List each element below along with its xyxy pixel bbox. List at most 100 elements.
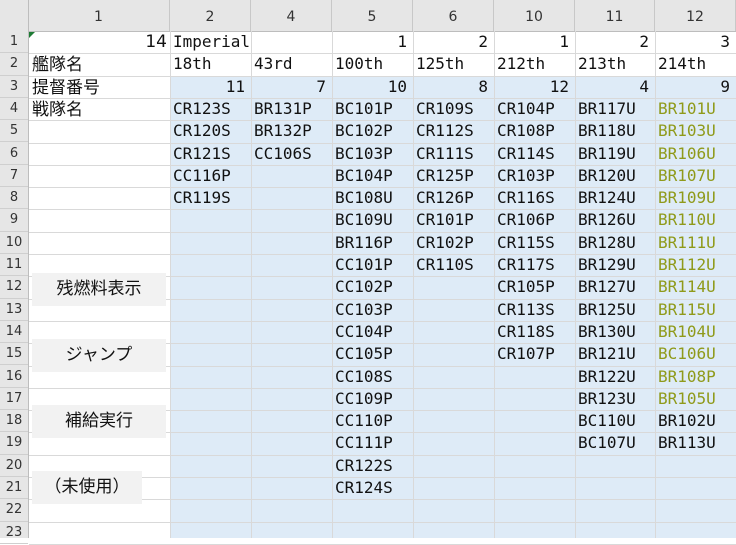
column-header[interactable]: 5 [332, 0, 413, 31]
ship-cell[interactable]: CR126P [416, 187, 474, 209]
fleet-name-cell[interactable]: 214th [658, 53, 706, 75]
fleet-name-cell[interactable]: 212th [497, 53, 545, 75]
ship-cell[interactable]: BR132P [254, 120, 312, 142]
ship-cell[interactable]: CR110S [416, 254, 474, 276]
ship-cell[interactable]: BR120U [578, 165, 636, 187]
ship-cell[interactable]: BR117U [578, 98, 636, 120]
column-header[interactable]: 1 [28, 0, 170, 31]
select-all-corner[interactable] [0, 0, 29, 31]
ship-cell[interactable]: CR114S [497, 143, 555, 165]
ship-cell[interactable]: BC106U [658, 343, 716, 365]
row-header[interactable]: 22 [0, 499, 28, 522]
ship-cell[interactable]: BC109U [335, 209, 393, 231]
ship-cell[interactable]: CC111P [335, 432, 393, 454]
fleet-name-cell[interactable]: 100th [335, 53, 383, 75]
ship-cell[interactable]: BR111U [658, 232, 716, 254]
ship-cell[interactable]: BC108U [335, 187, 393, 209]
ship-cell[interactable]: CC116P [173, 165, 231, 187]
ship-cell[interactable]: CR101P [416, 209, 474, 231]
fleet-admiral-cell[interactable]: 1 [494, 31, 569, 53]
ship-cell[interactable]: CC103P [335, 299, 393, 321]
ship-cell[interactable]: BR109U [658, 187, 716, 209]
ship-cell[interactable]: CC105P [335, 343, 393, 365]
ship-cell[interactable]: BC104P [335, 165, 393, 187]
row-header[interactable]: 21 [0, 477, 28, 500]
ship-cell[interactable]: BR121U [578, 343, 636, 365]
row-header[interactable]: 1 [0, 31, 28, 54]
ship-cell[interactable]: CR119S [173, 187, 231, 209]
ship-cell[interactable]: BR113U [658, 432, 716, 454]
fleet-count-cell[interactable]: 9 [655, 76, 730, 98]
ship-cell[interactable]: CR108P [497, 120, 555, 142]
ship-cell[interactable]: BR104U [658, 321, 716, 343]
row-header[interactable]: 8 [0, 187, 28, 210]
ship-cell[interactable]: BC103P [335, 143, 393, 165]
ship-cell[interactable]: BR124U [578, 187, 636, 209]
row-header[interactable]: 10 [0, 232, 28, 254]
ship-cell[interactable]: CR105P [497, 276, 555, 298]
ship-cell[interactable]: BC107U [578, 432, 636, 454]
fleet-count-cell[interactable]: 10 [332, 76, 407, 98]
ship-cell[interactable]: BR130U [578, 321, 636, 343]
ship-cell[interactable]: BR103U [658, 120, 716, 142]
unused-button[interactable]: （未使用） [32, 471, 142, 504]
row-header[interactable]: 9 [0, 209, 28, 232]
row-header[interactable]: 4 [0, 98, 28, 121]
ship-cell[interactable]: CR104P [497, 98, 555, 120]
ship-cell[interactable]: CR116S [497, 187, 555, 209]
column-header[interactable]: 10 [494, 0, 575, 31]
fleet-name-cell[interactable]: 125th [416, 53, 464, 75]
fleet-count-cell[interactable]: 7 [251, 76, 326, 98]
fleet-count-cell[interactable]: 8 [413, 76, 488, 98]
ship-cell[interactable]: CC108S [335, 366, 393, 388]
ship-cell[interactable]: CR107P [497, 343, 555, 365]
row-header[interactable]: 14 [0, 321, 28, 344]
fleet-admiral-cell[interactable]: 2 [575, 31, 649, 53]
ship-cell[interactable]: CR123S [173, 98, 231, 120]
label-squadron-name[interactable]: 戦隊名 [32, 99, 83, 121]
column-header[interactable]: 6 [413, 0, 494, 31]
row-header[interactable]: 6 [0, 143, 28, 165]
column-header[interactable]: 12 [655, 0, 736, 31]
ship-cell[interactable]: BR114U [658, 276, 716, 298]
ship-cell[interactable]: BR115U [658, 299, 716, 321]
label-admiral-number[interactable]: 提督番号 [32, 77, 100, 99]
ship-cell[interactable]: CR111S [416, 143, 474, 165]
ship-cell[interactable]: BR108P [658, 366, 716, 388]
fleet-admiral-cell[interactable]: Imperial [173, 31, 250, 53]
ship-cell[interactable]: CR102P [416, 232, 474, 254]
ship-cell[interactable]: CR120S [173, 120, 231, 142]
fleet-count-cell[interactable]: 4 [575, 76, 649, 98]
ship-cell[interactable]: BR105U [658, 388, 716, 410]
ship-cell[interactable]: CC102P [335, 276, 393, 298]
ship-cell[interactable]: BR102U [658, 410, 716, 432]
row-header[interactable]: 19 [0, 432, 28, 455]
ship-cell[interactable]: CC104P [335, 321, 393, 343]
ship-cell[interactable]: BC110U [578, 410, 636, 432]
row-header[interactable]: 17 [0, 388, 28, 411]
fleet-admiral-cell[interactable]: 1 [332, 31, 407, 53]
ship-cell[interactable]: BR118U [578, 120, 636, 142]
row-header[interactable]: 11 [0, 254, 28, 277]
row-header[interactable]: 18 [0, 410, 28, 433]
ship-cell[interactable]: CC106S [254, 143, 312, 165]
column-header[interactable]: 4 [251, 0, 332, 31]
ship-cell[interactable]: BR123U [578, 388, 636, 410]
fleet-admiral-cell[interactable]: 2 [413, 31, 488, 53]
execute-supply-button[interactable]: 補給実行 [32, 405, 166, 438]
ship-cell[interactable]: CR112S [416, 120, 474, 142]
ship-cell[interactable]: CC101P [335, 254, 393, 276]
ship-cell[interactable]: CR113S [497, 299, 555, 321]
ship-cell[interactable]: BR131P [254, 98, 312, 120]
ship-cell[interactable]: BR116P [335, 232, 393, 254]
ship-cell[interactable]: BR126U [578, 209, 636, 231]
ship-cell[interactable]: CR109S [416, 98, 474, 120]
ship-cell[interactable]: BC102P [335, 120, 393, 142]
ship-cell[interactable]: CR106P [497, 209, 555, 231]
row-header[interactable]: 16 [0, 366, 28, 388]
ship-cell[interactable]: CR115S [497, 232, 555, 254]
ship-cell[interactable]: CR122S [335, 455, 393, 477]
row-header[interactable]: 5 [0, 120, 28, 143]
row-header[interactable]: 23 [0, 522, 28, 544]
ship-cell[interactable]: CR125P [416, 165, 474, 187]
